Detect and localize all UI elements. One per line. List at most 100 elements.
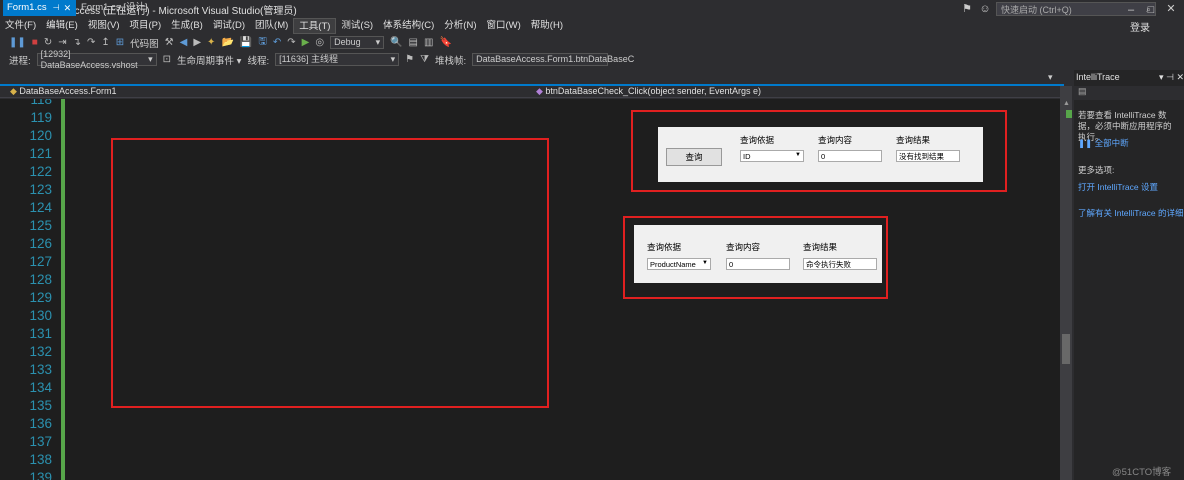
line-number-gutter: 118 119 120 121 122 123 124 125 126 127 …: [0, 99, 60, 480]
process-select[interactable]: [12932] DataBaseAccess.vshost ▾: [36, 49, 157, 70]
member-dropdown[interactable]: ◆ btnDataBaseCheck_Click(object sender, …: [536, 86, 761, 97]
thread-value: [11636] 主线程: [279, 54, 338, 64]
tab-form1-cs[interactable]: Form1.cs ⊣ ✕: [3, 0, 76, 16]
navigate-forward-icon[interactable]: ▶: [193, 37, 201, 48]
line-number: 134: [29, 380, 52, 395]
step-over-icon[interactable]: ↷: [87, 37, 95, 48]
undo-icon[interactable]: ↶: [273, 37, 281, 48]
comment-icon[interactable]: ▤: [409, 37, 418, 48]
process-value: [12932] DataBaseAccess.vshost: [40, 48, 138, 70]
settings-icon[interactable]: ▤: [1078, 86, 1087, 96]
stack-frame-select[interactable]: DataBaseAccess.Form1.btnDataBaseC: [472, 53, 634, 66]
close-window-button[interactable]: ✕: [1162, 1, 1180, 17]
stack-frame-label: 堆栈帧:: [434, 55, 467, 67]
break-all-link[interactable]: ❚❚ 全部中断: [1078, 138, 1129, 149]
menu-team[interactable]: 团队(M): [250, 18, 293, 34]
redo-icon[interactable]: ↷: [287, 37, 295, 48]
restart-icon[interactable]: ↻: [44, 37, 52, 48]
minimize-window-button[interactable]: –: [1122, 2, 1140, 18]
login-link[interactable]: 登录: [1130, 19, 1150, 34]
pause-icon[interactable]: ❚❚: [9, 37, 26, 48]
query-button[interactable]: 查询: [666, 148, 722, 166]
lifecycle-events-label[interactable]: 生命周期事件 ▾: [177, 53, 241, 67]
query-by-select[interactable]: ProductName ▼: [647, 258, 711, 270]
member-dropdown-value: btnDataBaseCheck_Click(object sender, Ev…: [545, 86, 762, 96]
start-icon[interactable]: ▶: [302, 37, 310, 48]
pin-icon[interactable]: ⊣: [1166, 72, 1174, 82]
tab-form1-designer[interactable]: Form1.cs [设计]: [77, 0, 157, 16]
query-content-input[interactable]: 0: [726, 258, 790, 270]
code-map-icon[interactable]: ⊞: [116, 37, 124, 48]
start-label-icon[interactable]: ◎: [315, 37, 324, 48]
line-number: 121: [29, 146, 52, 161]
find-icon[interactable]: 🔍: [390, 37, 402, 48]
menu-debug[interactable]: 调试(D): [208, 18, 250, 34]
menu-analyze[interactable]: 分析(N): [439, 18, 481, 34]
vertical-scrollbar[interactable]: [1060, 86, 1072, 480]
intellitrace-title: IntelliTrace: [1076, 72, 1120, 82]
menu-help[interactable]: 帮助(H): [526, 18, 568, 34]
chevron-down-icon[interactable]: ▾: [1159, 72, 1164, 82]
step-out-icon[interactable]: ↥: [101, 37, 109, 48]
query-content-label: 查询内容: [818, 135, 853, 145]
menu-file[interactable]: 文件(F): [0, 18, 41, 34]
thread-select[interactable]: [11636] 主线程 ▾: [275, 53, 400, 66]
feedback-icon[interactable]: ☺: [976, 1, 994, 17]
stop-icon[interactable]: ■: [32, 37, 38, 48]
line-number: 131: [29, 326, 52, 341]
menu-window[interactable]: 窗口(W): [482, 18, 526, 34]
step-into-icon[interactable]: ↴: [73, 37, 81, 48]
scroll-marker: [1066, 110, 1072, 118]
show-next-statement-icon[interactable]: ⇥: [58, 37, 66, 48]
save-all-icon[interactable]: 🖫: [258, 34, 267, 51]
menu-edit[interactable]: 编辑(E): [41, 18, 83, 34]
scroll-up-icon[interactable]: ▲: [1063, 100, 1070, 107]
query-result-field: 命令执行失败: [803, 258, 877, 270]
filter-icon[interactable]: ⧩: [420, 54, 429, 65]
menu-view[interactable]: 视图(V): [83, 18, 125, 34]
pin-icon[interactable]: ⊣: [53, 0, 60, 16]
save-icon[interactable]: 💾: [240, 37, 252, 48]
class-dropdown[interactable]: ◆ DataBaseAccess.Form1: [10, 86, 116, 97]
menu-test[interactable]: 测试(S): [336, 18, 378, 34]
scrollbar-thumb[interactable]: [1062, 334, 1070, 364]
chevron-down-icon: ▾: [148, 54, 153, 64]
open-file-icon[interactable]: 📂: [221, 37, 233, 48]
close-icon[interactable]: ✕: [1176, 72, 1184, 82]
menu-build[interactable]: 生成(B): [166, 18, 208, 34]
tab-label: Form1.cs: [7, 2, 47, 13]
notification-flag-icon[interactable]: ⚑: [958, 1, 976, 17]
chevron-down-icon: ▼: [795, 152, 801, 158]
query-content-input[interactable]: 0: [818, 150, 882, 162]
line-number: 132: [29, 344, 52, 359]
close-icon[interactable]: ✕: [64, 0, 72, 16]
learn-more-link[interactable]: 了解有关 IntelliTrace 的详细: [1078, 208, 1183, 219]
menu-bar: 文件(F) 编辑(E) 视图(V) 项目(P) 生成(B) 调试(D) 团队(M…: [0, 18, 1184, 34]
navigate-back-icon[interactable]: ◀: [180, 37, 188, 48]
line-number: 122: [29, 164, 52, 179]
stack-frame-value: DataBaseAccess.Form1.btnDataBaseC: [476, 54, 635, 64]
tools-icon[interactable]: ⚒: [165, 37, 174, 48]
uncomment-icon[interactable]: ▥: [424, 37, 433, 48]
tab-overflow-icon[interactable]: ▾: [1048, 72, 1053, 83]
query-by-select[interactable]: ID ▼: [740, 150, 804, 162]
menu-tools[interactable]: 工具(T): [293, 18, 337, 34]
flag-thread-icon[interactable]: ⚑: [405, 54, 414, 65]
line-number: 129: [29, 290, 52, 305]
bookmark-icon[interactable]: 🔖: [439, 37, 451, 48]
menu-project[interactable]: 项目(P): [124, 18, 166, 34]
line-number: 118: [30, 99, 52, 107]
menu-architecture[interactable]: 体系结构(C): [378, 18, 439, 34]
solution-config-select[interactable]: Debug ▾: [330, 36, 385, 49]
code-map-label[interactable]: 代码图: [130, 36, 159, 50]
line-number: 135: [29, 398, 52, 413]
new-project-icon[interactable]: ✦: [207, 37, 215, 48]
open-settings-link[interactable]: 打开 IntelliTrace 设置: [1078, 182, 1158, 193]
lifecycle-icon[interactable]: ⊡: [163, 54, 171, 65]
query-form-screenshot-1: 查询依据 查询内容 查询结果 查询 ID ▼ 0 没有找到结果: [658, 127, 983, 182]
query-form-screenshot-2: 查询依据 查询内容 查询结果 ProductName ▼ 0 命令执行失败: [634, 225, 882, 283]
maximize-window-button[interactable]: □: [1142, 2, 1160, 18]
query-result-label: 查询结果: [896, 135, 931, 145]
chevron-down-icon: ▾: [390, 54, 396, 64]
panel-toolbar: ▤: [1074, 86, 1184, 100]
